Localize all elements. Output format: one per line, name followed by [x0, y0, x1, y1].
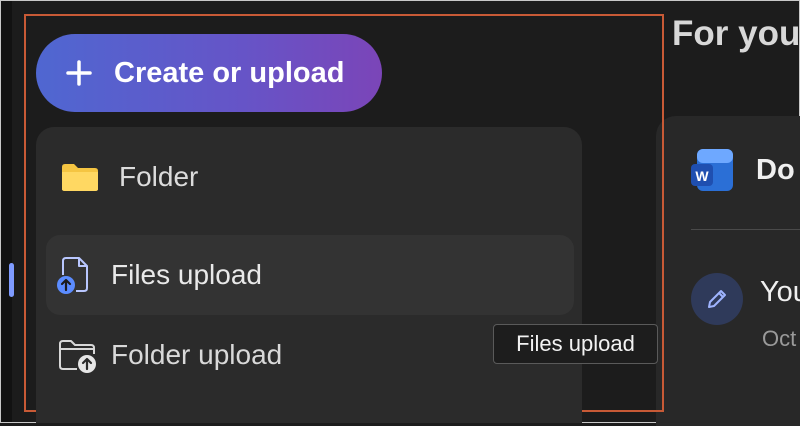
folder-icon	[60, 157, 100, 197]
file-upload-icon	[54, 255, 94, 295]
pencil-icon	[708, 290, 726, 308]
menu-item-folder[interactable]: Folder	[46, 137, 574, 217]
create-button-label: Create or upload	[114, 56, 345, 89]
activity-date: Oct	[762, 326, 797, 351]
create-menu: Folder Files upload Folder upload	[36, 127, 582, 423]
svg-text:W: W	[695, 168, 709, 184]
activity-text: You	[760, 276, 800, 308]
menu-item-files-upload[interactable]: Files upload	[46, 235, 574, 315]
word-icon: W	[691, 149, 733, 191]
for-you-heading: For you	[672, 14, 800, 53]
document-title[interactable]: Do	[756, 154, 795, 187]
menu-item-label: Folder	[119, 161, 199, 192]
tooltip: Files upload	[493, 324, 658, 364]
card-divider	[691, 229, 800, 230]
nav-selection-indicator	[9, 263, 14, 297]
recommended-file-card[interactable]: W Do You Oct	[656, 116, 800, 426]
plus-icon	[66, 60, 92, 86]
menu-item-label: Files upload	[111, 259, 262, 290]
left-nav-rail	[1, 1, 12, 422]
edit-activity-badge	[691, 273, 743, 325]
menu-item-label: Folder upload	[111, 339, 283, 370]
create-or-upload-button[interactable]: Create or upload	[36, 34, 382, 112]
folder-upload-icon	[58, 335, 98, 375]
